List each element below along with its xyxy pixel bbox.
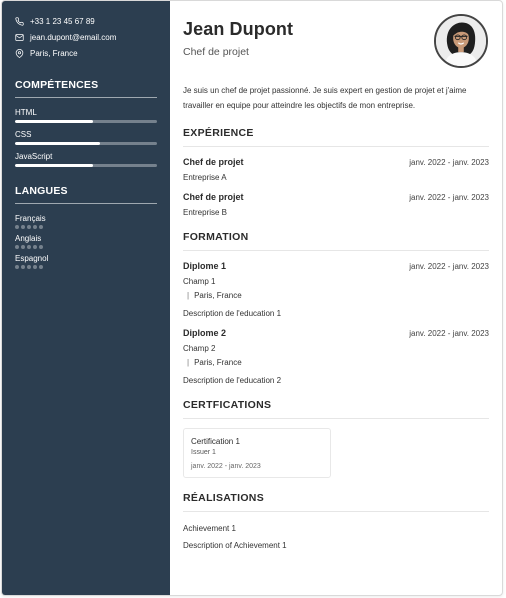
language-level-dots — [15, 265, 158, 269]
experience-company: Entreprise B — [183, 208, 228, 217]
education-degree: Diplome 2 — [183, 328, 227, 338]
achievement-item: Achievement 1 Description of Achievement… — [183, 524, 489, 550]
education-degree: Diplome 1 — [183, 261, 227, 271]
language-item: Français — [15, 214, 158, 229]
skill-bar — [15, 142, 157, 145]
languages-title: LANGUES — [15, 185, 157, 204]
certification-dates: janv. 2022 - janv. 2023 — [191, 463, 261, 470]
education-field: Champ 1 — [183, 277, 216, 286]
skills-list: HTML CSS JavaScript — [15, 108, 158, 167]
education-description: Description de l'education 2 — [183, 376, 282, 385]
experience-dates: janv. 2022 - janv. 2023 — [409, 193, 489, 202]
contact-location: Paris, France — [15, 45, 158, 61]
separator: | — [187, 291, 190, 300]
experience-dates: janv. 2022 - janv. 2023 — [409, 158, 489, 167]
location-text: Paris, France — [30, 48, 78, 58]
contact-phone: +33 1 23 45 67 89 — [15, 13, 158, 29]
language-level-dot — [33, 225, 37, 229]
education-dates: janv. 2022 - janv. 2023 — [409, 262, 489, 271]
language-level-dot — [21, 225, 25, 229]
email-text: jean.dupont@email.com — [30, 32, 117, 42]
language-level-dot — [21, 265, 25, 269]
experience-company: Entreprise A — [183, 173, 227, 182]
experience-job-title: Chef de projet — [183, 192, 244, 202]
certification-card: Certification 1 Issuer 1 janv. 2022 - ja… — [183, 428, 331, 478]
education-item: Diplome 1 janv. 2022 - janv. 2023 Champ … — [183, 261, 489, 318]
resume-page: +33 1 23 45 67 89 jean.dupont@email.com … — [1, 0, 503, 596]
contact-email: jean.dupont@email.com — [15, 29, 158, 45]
language-name: Français — [15, 214, 46, 223]
skill-item: JavaScript — [15, 152, 158, 167]
phone-text: +33 1 23 45 67 89 — [30, 16, 95, 26]
education-field: Champ 2 — [183, 344, 216, 353]
language-level-dot — [21, 245, 25, 249]
language-level-dot — [27, 225, 31, 229]
skills-title: COMPÉTENCES — [15, 79, 157, 98]
language-level-dot — [27, 245, 31, 249]
certifications-title: CERTFICATIONS — [183, 399, 489, 419]
language-level-dot — [15, 265, 19, 269]
skill-item: CSS — [15, 130, 158, 145]
language-level-dot — [27, 265, 31, 269]
main-content: Jean Dupont Chef de projet Je suis un ch… — [170, 1, 502, 595]
skill-bar-fill — [15, 164, 94, 167]
skill-bar-fill — [15, 120, 94, 123]
skill-name: CSS — [15, 130, 32, 139]
experience-title: EXPÉRIENCE — [183, 127, 489, 147]
education-description: Description de l'education 1 — [183, 309, 282, 318]
language-level-dot — [15, 245, 19, 249]
contact-list: +33 1 23 45 67 89 jean.dupont@email.com … — [15, 13, 158, 61]
education-item: Diplome 2 janv. 2022 - janv. 2023 Champ … — [183, 328, 489, 385]
education-location-text: Paris, France — [194, 291, 242, 300]
skill-item: HTML — [15, 108, 158, 123]
experience-item: Chef de projet janv. 2022 - janv. 2023 E… — [183, 157, 489, 182]
avatar-photo — [436, 16, 486, 66]
email-icon — [15, 33, 24, 42]
experience-item: Chef de projet janv. 2022 - janv. 2023 E… — [183, 192, 489, 217]
language-item: Anglais — [15, 234, 158, 249]
phone-icon — [15, 16, 24, 26]
skill-bar — [15, 164, 157, 167]
education-location: | Paris, France — [183, 358, 489, 367]
achievement-title: Achievement 1 — [183, 524, 236, 533]
language-level-dot — [39, 245, 43, 249]
language-level-dots — [15, 225, 158, 229]
language-level-dot — [39, 225, 43, 229]
language-level-dot — [15, 225, 19, 229]
skill-name: HTML — [15, 108, 37, 117]
languages-list: Français Anglais Espagnol — [15, 214, 158, 269]
language-item: Espagnol — [15, 254, 158, 269]
language-level-dot — [33, 245, 37, 249]
sidebar: +33 1 23 45 67 89 jean.dupont@email.com … — [2, 1, 170, 595]
language-level-dot — [39, 265, 43, 269]
skill-bar — [15, 120, 157, 123]
language-name: Espagnol — [15, 254, 49, 263]
certification-issuer: Issuer 1 — [191, 449, 216, 456]
language-level-dot — [33, 265, 37, 269]
certification-name: Certification 1 — [191, 437, 240, 446]
separator: | — [187, 358, 190, 367]
education-title: FORMATION — [183, 231, 489, 251]
education-location-text: Paris, France — [194, 358, 242, 367]
experience-job-title: Chef de projet — [183, 157, 244, 167]
skill-name: JavaScript — [15, 152, 53, 161]
profile-summary: Je suis un chef de projet passionné. Je … — [183, 86, 467, 110]
location-pin-icon — [15, 48, 24, 58]
language-level-dots — [15, 245, 158, 249]
avatar — [434, 14, 488, 68]
achievement-description: Description of Achievement 1 — [183, 541, 287, 550]
education-dates: janv. 2022 - janv. 2023 — [409, 329, 489, 338]
education-location: | Paris, France — [183, 291, 489, 300]
achievements-title: RÉALISATIONS — [183, 492, 489, 512]
language-name: Anglais — [15, 234, 42, 243]
skill-bar-fill — [15, 142, 101, 145]
